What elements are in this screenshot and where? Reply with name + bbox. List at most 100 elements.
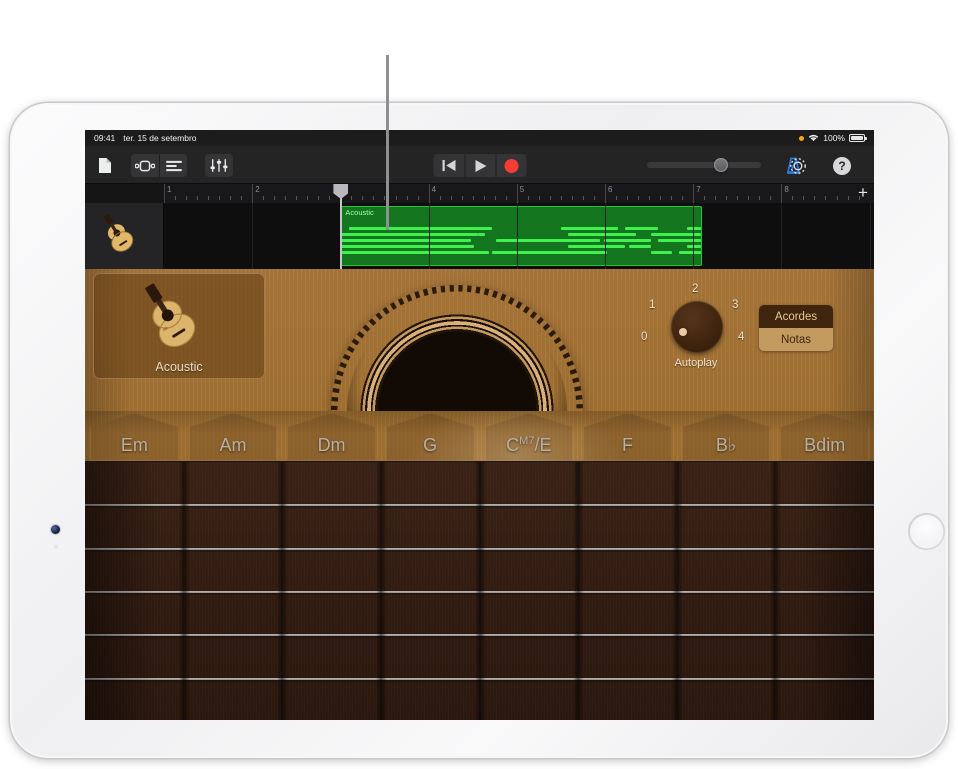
home-button[interactable] [908, 513, 945, 550]
fretboard-column-divider [672, 462, 683, 720]
play-button[interactable] [464, 154, 495, 177]
chord-button-dm[interactable]: Dm [282, 411, 381, 461]
fretboard-edge-shadow [85, 462, 157, 720]
midi-note [341, 233, 478, 236]
front-camera-icon [51, 525, 60, 534]
ruler-sub-tick [792, 196, 793, 200]
ruler-sub-tick [748, 196, 749, 200]
midi-note [561, 227, 619, 230]
fretboard-column-divider [277, 462, 288, 720]
soundhole [331, 285, 583, 411]
lane-grid-line [605, 203, 606, 269]
ruler-sub-tick [649, 196, 650, 200]
track-lane[interactable]: Acoustic [164, 203, 874, 269]
midi-note [568, 245, 626, 248]
ruler-sub-tick [230, 196, 231, 200]
mixer-button[interactable] [205, 154, 233, 177]
fretboard-column-divider [179, 462, 190, 720]
ruler-bar-line [252, 184, 253, 203]
settings-button[interactable] [784, 154, 812, 177]
autoplay-value-1[interactable]: 1 [649, 299, 655, 311]
ruler-bar-label: 4 [432, 185, 436, 194]
track-header[interactable] [85, 203, 164, 269]
ruler-bar-label: 2 [255, 185, 259, 194]
midi-note [604, 239, 651, 242]
chord-name-label: G [423, 435, 437, 456]
fretboard-column-divider [573, 462, 584, 720]
ruler-sub-tick [616, 196, 617, 200]
midi-note [341, 245, 474, 248]
chord-name-label: CM7/E [506, 435, 551, 456]
ruler-bar-label: 5 [520, 185, 524, 194]
ruler-sub-tick [440, 196, 441, 200]
ruler-sub-tick [329, 196, 330, 200]
autoplay-value-4[interactable]: 4 [738, 331, 744, 343]
ruler-sub-tick [715, 196, 716, 200]
chord-button-bdim[interactable]: Bdim [775, 411, 874, 461]
tracks-button[interactable] [159, 154, 187, 177]
autoplay-value-0[interactable]: 0 [641, 331, 647, 343]
ruler-sub-tick [473, 196, 474, 200]
chord-button-b[interactable]: B♭ [677, 411, 776, 461]
battery-percent-label: 100% [823, 133, 845, 143]
ruler-sub-tick [837, 196, 838, 200]
ruler-sub-tick [186, 196, 187, 200]
autoplay-value-3[interactable]: 3 [732, 299, 738, 311]
ruler-sub-tick [351, 196, 352, 200]
my-songs-button[interactable] [91, 154, 119, 177]
chord-button-em[interactable]: Em [85, 411, 184, 461]
track-view-button[interactable] [131, 154, 159, 177]
chord-button-c[interactable]: CM7/E [480, 411, 579, 461]
chord-button-am[interactable]: Am [184, 411, 283, 461]
help-group: ? [828, 154, 856, 177]
mode-switch[interactable]: Acordes Notas [759, 305, 833, 351]
midi-note [629, 245, 651, 248]
lane-grid-line [781, 203, 782, 269]
master-volume-slider[interactable] [647, 162, 761, 168]
ruler-sub-tick [318, 196, 319, 200]
chord-button-g[interactable]: G [381, 411, 480, 461]
autoplay-knob[interactable] [671, 301, 723, 353]
midi-note [341, 239, 470, 242]
midi-note [496, 239, 600, 242]
ruler-sub-tick [197, 196, 198, 200]
ambient-sensor-icon [54, 545, 58, 549]
ruler-corner [85, 184, 164, 203]
ruler-sub-tick [274, 196, 275, 200]
ruler-sub-tick [373, 196, 374, 200]
mode-option-chords[interactable]: Acordes [759, 305, 833, 328]
rosette-dashes-icon [331, 285, 583, 411]
midi-note [492, 251, 607, 254]
ruler-sub-tick [825, 196, 826, 200]
ruler-bar-line [781, 184, 782, 203]
ruler-bar-label: 6 [608, 185, 612, 194]
autoplay-knob-indicator [679, 328, 687, 336]
midi-note [679, 251, 701, 254]
midi-region[interactable]: Acoustic [340, 206, 702, 266]
mode-option-notes[interactable]: Notas [759, 328, 833, 351]
add-track-button[interactable]: + [855, 185, 871, 201]
ruler-sub-tick [726, 196, 727, 200]
instrument-selector-tile[interactable]: Acoustic [93, 273, 265, 379]
chord-name-label: B♭ [716, 435, 737, 456]
rewind-button[interactable] [433, 154, 464, 177]
master-volume-knob[interactable] [714, 158, 728, 172]
ruler-sub-tick [263, 196, 264, 200]
record-button[interactable] [495, 154, 526, 177]
midi-note [651, 251, 673, 254]
track-area: Acoustic [85, 203, 874, 269]
fretboard[interactable] [85, 461, 874, 720]
chord-button-f[interactable]: F [578, 411, 677, 461]
autoplay-control[interactable]: 0 1 2 3 4 Autoplay [641, 279, 751, 389]
help-button[interactable]: ? [828, 154, 856, 177]
control-bar: ? [85, 146, 874, 184]
region-name-label: Acoustic [345, 208, 373, 217]
ruler-sub-tick [583, 196, 584, 200]
instrument-label: Acoustic [155, 360, 202, 374]
chord-name-label: Am [219, 435, 246, 456]
ruler-sub-tick [737, 196, 738, 200]
guitar-body: Acoustic 0 1 2 3 4 Autoplay [85, 269, 874, 411]
autoplay-value-2[interactable]: 2 [692, 283, 698, 295]
timeline-ruler[interactable]: + 12345678 [164, 184, 874, 203]
ruler-sub-tick [638, 196, 639, 200]
